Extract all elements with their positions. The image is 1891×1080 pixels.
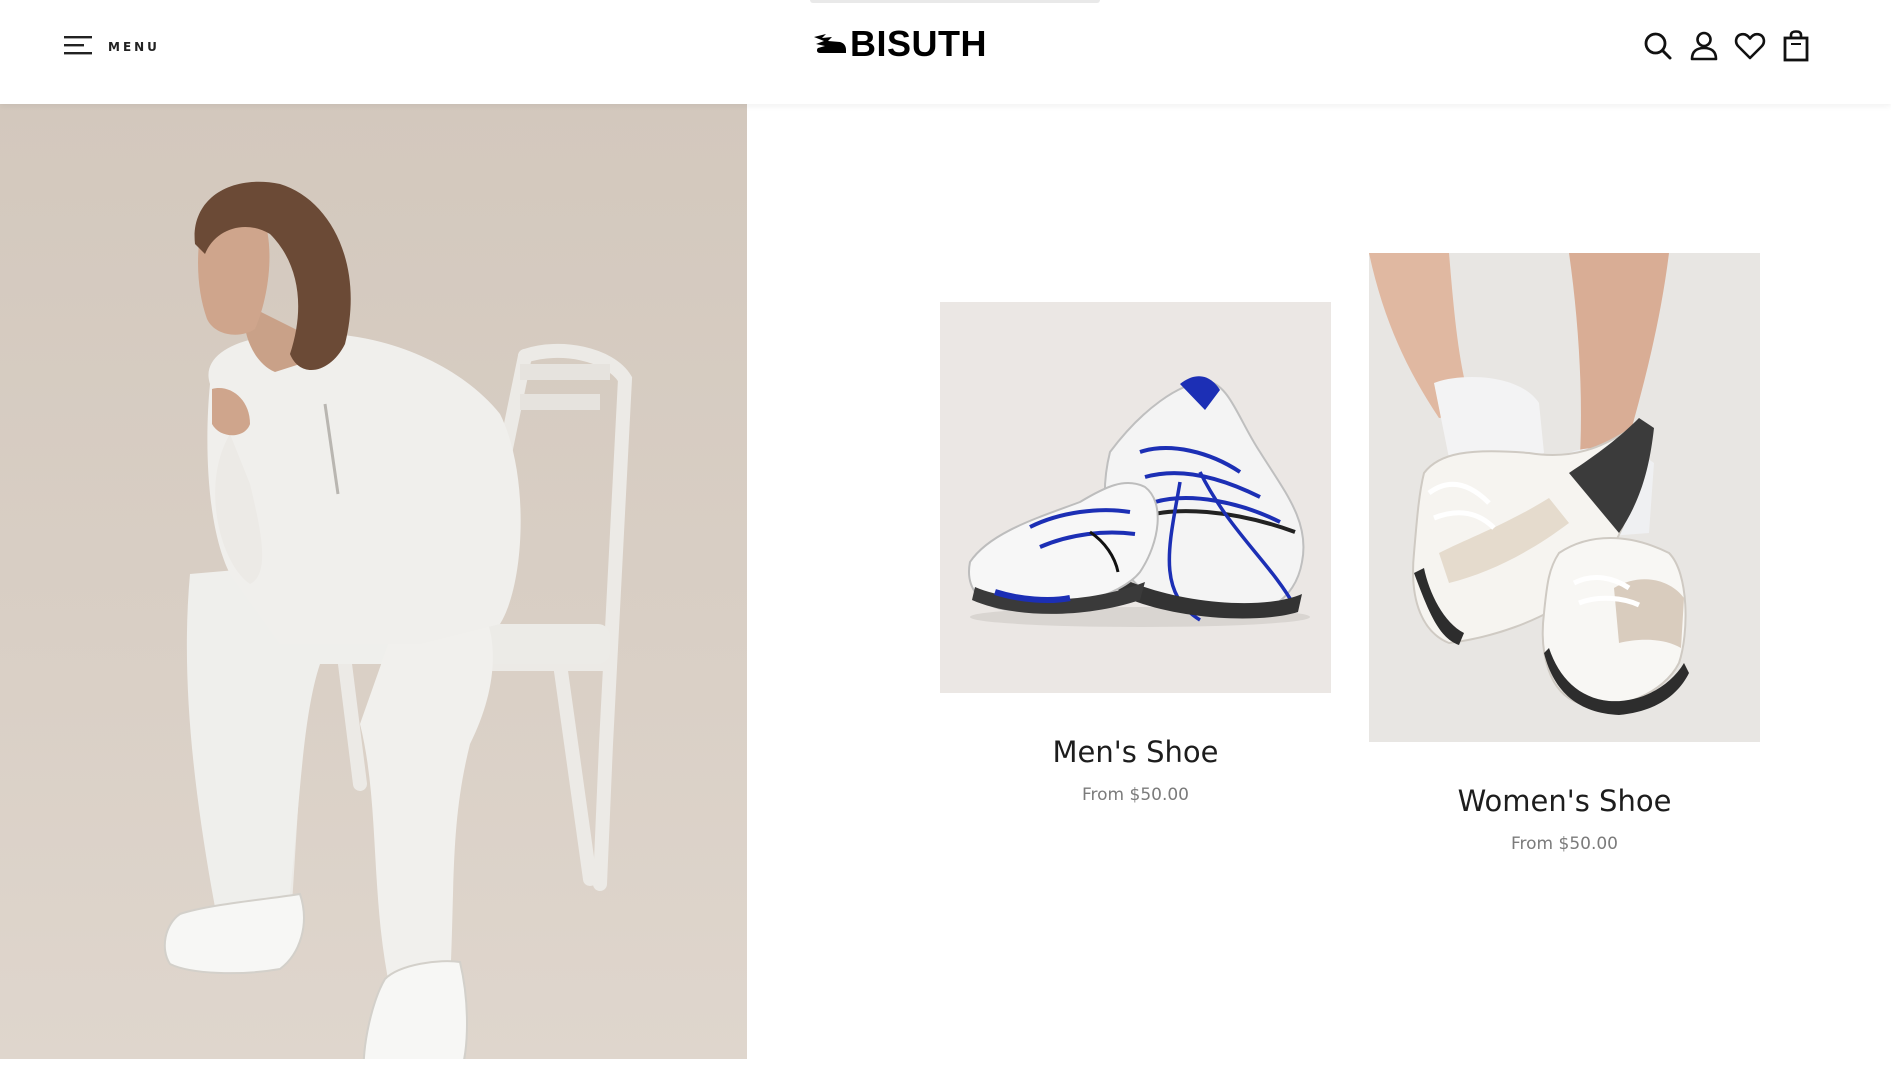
card-price: From $50.00 (1510, 834, 1618, 854)
cart-icon[interactable] (1780, 28, 1812, 64)
blue-laced-sneakers-illustration (968, 376, 1310, 627)
card-title[interactable]: Women's Shoe (1369, 784, 1760, 818)
card-title[interactable]: Men's Shoe (940, 735, 1331, 769)
card-price: From $50.00 (1081, 785, 1189, 805)
collection-card-mens[interactable]: Men's Shoe From $50.00 (940, 302, 1331, 812)
site-header: MENU BISUTH (0, 0, 1891, 104)
mens-shoe-image[interactable] (940, 302, 1331, 693)
collection-card-womens[interactable]: Women's Shoe From $50.00 (1369, 253, 1760, 863)
hero-illustration (163, 181, 633, 1059)
brand-name: BISUTH (850, 23, 987, 64)
hero-image[interactable] (0, 104, 747, 1059)
beige-sneakers-illustration (1369, 253, 1689, 715)
search-icon[interactable] (1642, 28, 1674, 64)
announcement-strip (810, 0, 1100, 3)
account-icon[interactable] (1688, 28, 1720, 64)
winged-shoe-logo-icon (812, 28, 848, 60)
womens-shoe-image[interactable] (1369, 253, 1760, 742)
brand-logo[interactable]: BISUTH (812, 23, 987, 64)
menu-label: MENU (108, 40, 160, 54)
wishlist-icon[interactable] (1734, 28, 1766, 64)
hamburger-icon (64, 35, 94, 59)
header-icons (1642, 28, 1812, 64)
menu-button[interactable]: MENU (64, 34, 160, 60)
